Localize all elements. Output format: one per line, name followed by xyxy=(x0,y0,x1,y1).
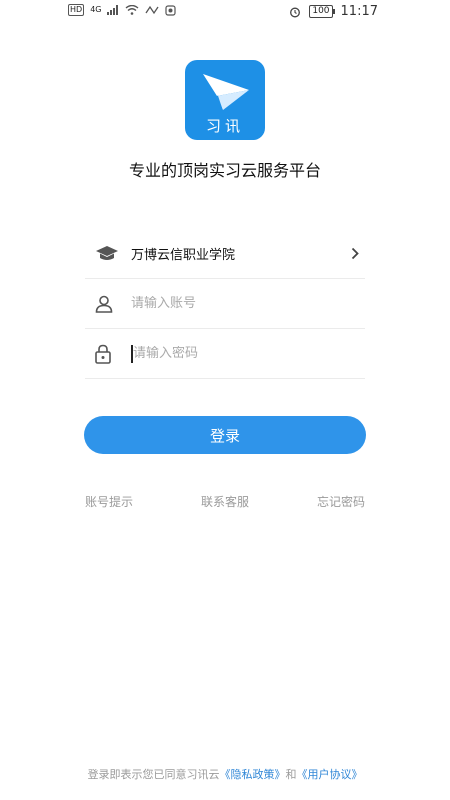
password-row xyxy=(85,329,365,379)
signal-icon xyxy=(107,5,119,15)
battery-indicator: 100 xyxy=(309,5,333,18)
logo-text: 习讯 xyxy=(205,117,244,135)
school-name: 万博云信职业学院 xyxy=(131,248,236,263)
user-icon xyxy=(95,295,113,313)
vibrate-icon xyxy=(145,5,160,15)
login-button[interactable]: 登录 xyxy=(84,416,366,454)
paper-plane-icon xyxy=(203,74,249,110)
account-row xyxy=(85,279,365,329)
password-input[interactable] xyxy=(133,346,365,361)
graduation-cap-icon xyxy=(96,245,118,260)
agreement-prefix: 登录即表示您已同意习讯云 xyxy=(87,768,220,781)
wifi-icon xyxy=(126,5,139,15)
account-input[interactable] xyxy=(131,296,365,311)
status-bar-left: HD 4G xyxy=(68,4,177,16)
agreement-and: 和 xyxy=(285,768,297,781)
notification-icon xyxy=(165,4,177,16)
privacy-policy-link[interactable]: 《隐私政策》 xyxy=(220,768,286,781)
agreement-footer: 登录即表示您已同意习讯云《隐私政策》和《用户协议》 xyxy=(0,766,450,782)
chevron-right-icon xyxy=(351,247,359,260)
app-logo: 习讯 xyxy=(185,60,265,140)
helper-links: 账号提示 联系客服 忘记密码 xyxy=(85,493,365,510)
user-agreement-link[interactable]: 《用户协议》 xyxy=(297,768,363,781)
slogan: 专业的顶岗实习云服务平台 xyxy=(128,161,321,180)
hd-indicator: HD xyxy=(68,4,85,16)
alarm-icon xyxy=(290,7,301,17)
network-type: 4G xyxy=(90,5,102,14)
status-bar-right: 100 11:17 xyxy=(289,4,378,19)
forgot-password-link[interactable]: 忘记密码 xyxy=(317,493,365,510)
account-hint-link[interactable]: 账号提示 xyxy=(85,493,133,510)
school-selector[interactable]: 万博云信职业学院 xyxy=(85,229,365,279)
contact-support-link[interactable]: 联系客服 xyxy=(201,493,249,510)
lock-icon xyxy=(95,344,111,364)
status-time: 11:17 xyxy=(340,4,378,19)
